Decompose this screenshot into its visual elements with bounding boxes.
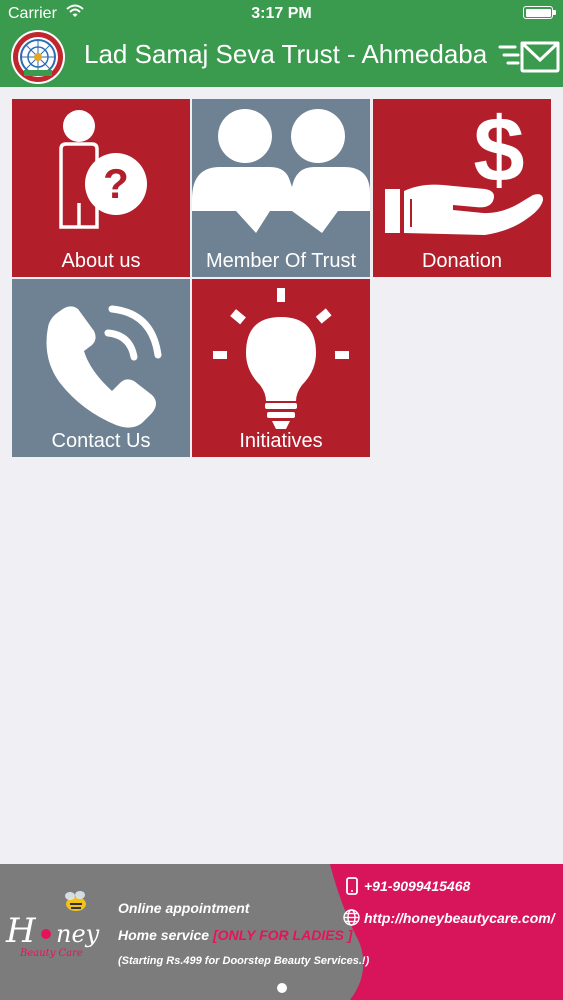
ad-phone-number[interactable]: +91-9099415468 (364, 878, 470, 894)
trust-seal-logo (11, 30, 65, 84)
svg-text:?: ? (103, 160, 129, 207)
compose-mail-icon[interactable] (498, 40, 560, 74)
tile-contact-us[interactable]: Contact Us (12, 279, 190, 457)
honey-beauty-care-logo: H ney Beauty Care (5, 891, 100, 959)
globe-icon (343, 909, 360, 926)
ad-website-link[interactable]: http://honeybeautycare.com/ (364, 910, 555, 926)
mobile-phone-icon (346, 877, 358, 895)
page-indicator-dot (277, 983, 287, 993)
battery-tip (553, 10, 556, 15)
tile-label: Initiatives (239, 430, 323, 452)
tile-label: About us (61, 250, 141, 272)
page-title: Lad Samaj Seva Trust - Ahmedabad (84, 39, 487, 69)
ad-line-3: (Starting Rs.499 for Doorstep Beauty Ser… (118, 955, 370, 967)
svg-text:$: $ (473, 99, 524, 201)
tile-about-us[interactable]: ? About us (12, 99, 190, 277)
ad-banner[interactable]: H ney Beauty Care Online appointment Hom… (0, 864, 563, 1000)
status-bar: Carrier 3:17 PM (0, 0, 563, 28)
tile-initiatives[interactable]: Initiatives (192, 279, 370, 457)
tile-label: Member Of Trust (205, 250, 357, 272)
tile-member-of-trust[interactable]: Member Of Trust (192, 99, 370, 277)
tile-label: Donation (421, 250, 503, 272)
svg-text:H: H (5, 911, 37, 951)
tile-label: Contact Us (51, 430, 151, 452)
status-time: 3:17 PM (251, 5, 312, 22)
ad-ladies-only: [ONLY FOR LADIES ] (212, 927, 353, 943)
app-header: Carrier 3:17 PM Lad Samaj Seva Trust - A… (0, 0, 563, 87)
tile-donation[interactable]: $ Donation (373, 99, 551, 277)
svg-text:Beauty Care: Beauty Care (19, 948, 83, 959)
ad-line-1: Online appointment (118, 900, 250, 916)
ad-line-2-text: Home service (118, 927, 213, 943)
battery-icon (523, 6, 553, 19)
ad-line-2: Home service [ONLY FOR LADIES ] (118, 927, 352, 943)
svg-text:ney: ney (56, 920, 100, 948)
